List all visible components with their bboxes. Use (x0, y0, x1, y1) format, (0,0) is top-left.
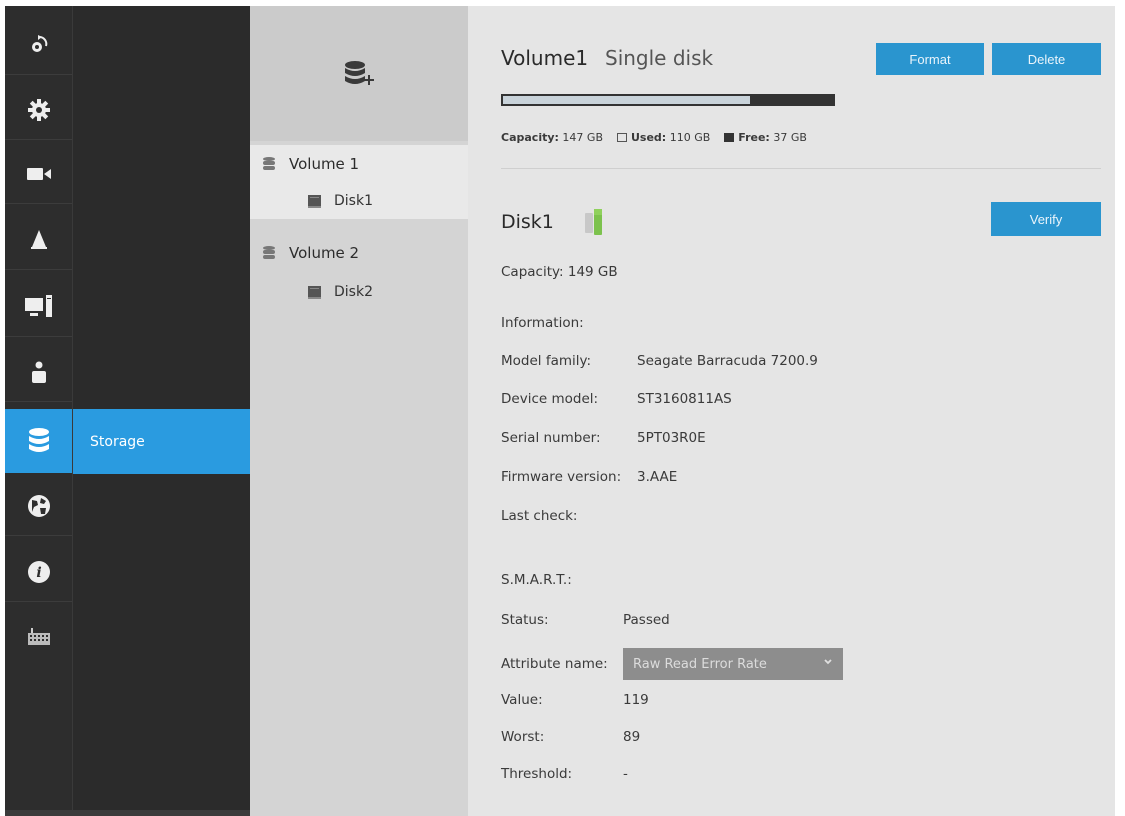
disk-capacity: Capacity: 149 GB (501, 264, 618, 280)
add-volume-button[interactable] (250, 6, 468, 141)
smart-heading: S.M.A.R.T.: (501, 572, 572, 588)
firmware-row: Firmware version: 3.AAE (501, 469, 677, 485)
capacity-used-fill (503, 96, 750, 104)
volume-tree: Volume 1 Disk1 Volume 2 Disk2 (250, 6, 468, 816)
camera-rotate-icon (31, 35, 47, 52)
used-value: 110 GB (669, 131, 711, 144)
info-icon: i (27, 561, 50, 583)
rail-footer (5, 810, 250, 816)
submenu-item-storage[interactable]: Storage (73, 409, 250, 474)
rail-item-camera[interactable] (5, 145, 72, 204)
capacity-bar (501, 94, 835, 106)
gear-icon (27, 99, 50, 121)
globe-icon (27, 495, 50, 517)
attribute-selected-value: Raw Read Error Rate (633, 656, 767, 672)
model-family-value: Seagate Barracuda 7200.9 (637, 353, 818, 369)
rail-item-display[interactable] (5, 278, 72, 337)
volume-label: Volume 1 (289, 155, 360, 173)
value-row: Value: 119 (501, 692, 649, 708)
user-icon (31, 361, 46, 383)
threshold-row: Threshold: - (501, 766, 628, 782)
serial-number-value: 5PT03R0E (637, 430, 706, 446)
value-value: 119 (623, 692, 649, 708)
tree-item-volume-2[interactable]: Volume 2 (250, 234, 468, 272)
monitor-icon (24, 295, 52, 317)
device-model-value: ST3160811AS (637, 391, 732, 407)
worst-value: 89 (623, 729, 641, 745)
rail-item-keyboard[interactable] (5, 608, 72, 666)
capacity-label: Capacity: (501, 131, 559, 144)
status-label: Status: (501, 612, 549, 628)
tree-item-disk1[interactable]: Disk1 (250, 183, 468, 219)
format-button[interactable]: Format (876, 43, 984, 75)
free-value: 37 GB (773, 131, 807, 144)
attribute-name-label: Attribute name: (501, 656, 608, 672)
volume-label: Volume 2 (289, 244, 360, 262)
used-label: Used: (630, 131, 667, 144)
rail-item-storage[interactable] (5, 409, 72, 473)
device-model-label: Device model: (501, 391, 599, 407)
device-model-row: Device model: ST3160811AS (501, 391, 732, 407)
database-icon (263, 157, 275, 170)
video-camera-icon (26, 168, 51, 180)
storage-detail-panel: Volume1 Single disk Format Delete Capaci… (468, 6, 1115, 816)
worst-label: Worst: (501, 729, 545, 745)
threshold-label: Threshold: (501, 766, 573, 782)
database-icon (263, 246, 275, 259)
icon-rail: i (5, 6, 72, 810)
disk-label: Disk1 (334, 193, 373, 209)
status-row: Status: Passed (501, 612, 670, 628)
information-heading: Information: (501, 315, 584, 331)
database-icon (28, 428, 49, 452)
tree-item-disk2[interactable]: Disk2 (250, 274, 468, 310)
app-frame: i Storage Volume 1 Disk1 Volume 2 Disk2 (5, 6, 1115, 816)
rail-item-info[interactable]: i (5, 543, 72, 602)
submenu-divider (72, 6, 73, 810)
worst-row: Worst: 89 (501, 729, 640, 745)
rail-item-alarm[interactable] (5, 211, 72, 270)
rail-item-settings[interactable] (5, 81, 72, 140)
free-label: Free: (738, 131, 770, 144)
submenu-panel (72, 6, 250, 810)
volume-title: Volume1 (501, 46, 589, 70)
delete-button[interactable]: Delete (992, 43, 1101, 75)
chevron-down-icon (824, 659, 832, 665)
rail-item-network[interactable] (5, 477, 72, 536)
disk-label: Disk2 (334, 284, 373, 300)
model-family-row: Model family: Seagate Barracuda 7200.9 (501, 353, 818, 369)
volume-type: Single disk (605, 46, 714, 70)
value-label: Value: (501, 692, 543, 708)
submenu-item-label: Storage (90, 433, 145, 450)
firmware-label: Firmware version: (501, 469, 622, 485)
serial-number-row: Serial number: 5PT03R0E (501, 430, 706, 446)
firmware-value: 3.AAE (637, 469, 678, 485)
section-divider (501, 168, 1101, 169)
capacity-value: 147 GB (562, 131, 603, 144)
serial-number-label: Serial number: (501, 430, 601, 446)
bell-icon (30, 230, 47, 249)
status-value: Passed (623, 612, 670, 628)
used-swatch (616, 133, 627, 142)
hard-disk-icon (308, 285, 321, 299)
last-check-label: Last check: (501, 508, 578, 524)
disk-health-icon (585, 209, 602, 235)
svg-text:i: i (36, 565, 41, 581)
rail-item-camera-rotate[interactable] (5, 16, 72, 75)
threshold-value: - (623, 766, 628, 782)
hard-disk-icon (308, 194, 321, 208)
verify-button[interactable]: Verify (991, 202, 1101, 236)
tree-item-volume-1[interactable]: Volume 1 (250, 145, 468, 183)
rail-item-user[interactable] (5, 343, 72, 402)
attribute-name-select[interactable]: Raw Read Error Rate (623, 648, 843, 680)
keyboard-icon (27, 628, 50, 645)
capacity-legend: Capacity: 147 GB Used: 110 GB Free: 37 G… (501, 131, 807, 144)
disk-title: Disk1 (501, 211, 554, 233)
add-volume-icon (345, 60, 374, 85)
free-swatch (724, 133, 735, 142)
model-family-label: Model family: (501, 353, 592, 369)
